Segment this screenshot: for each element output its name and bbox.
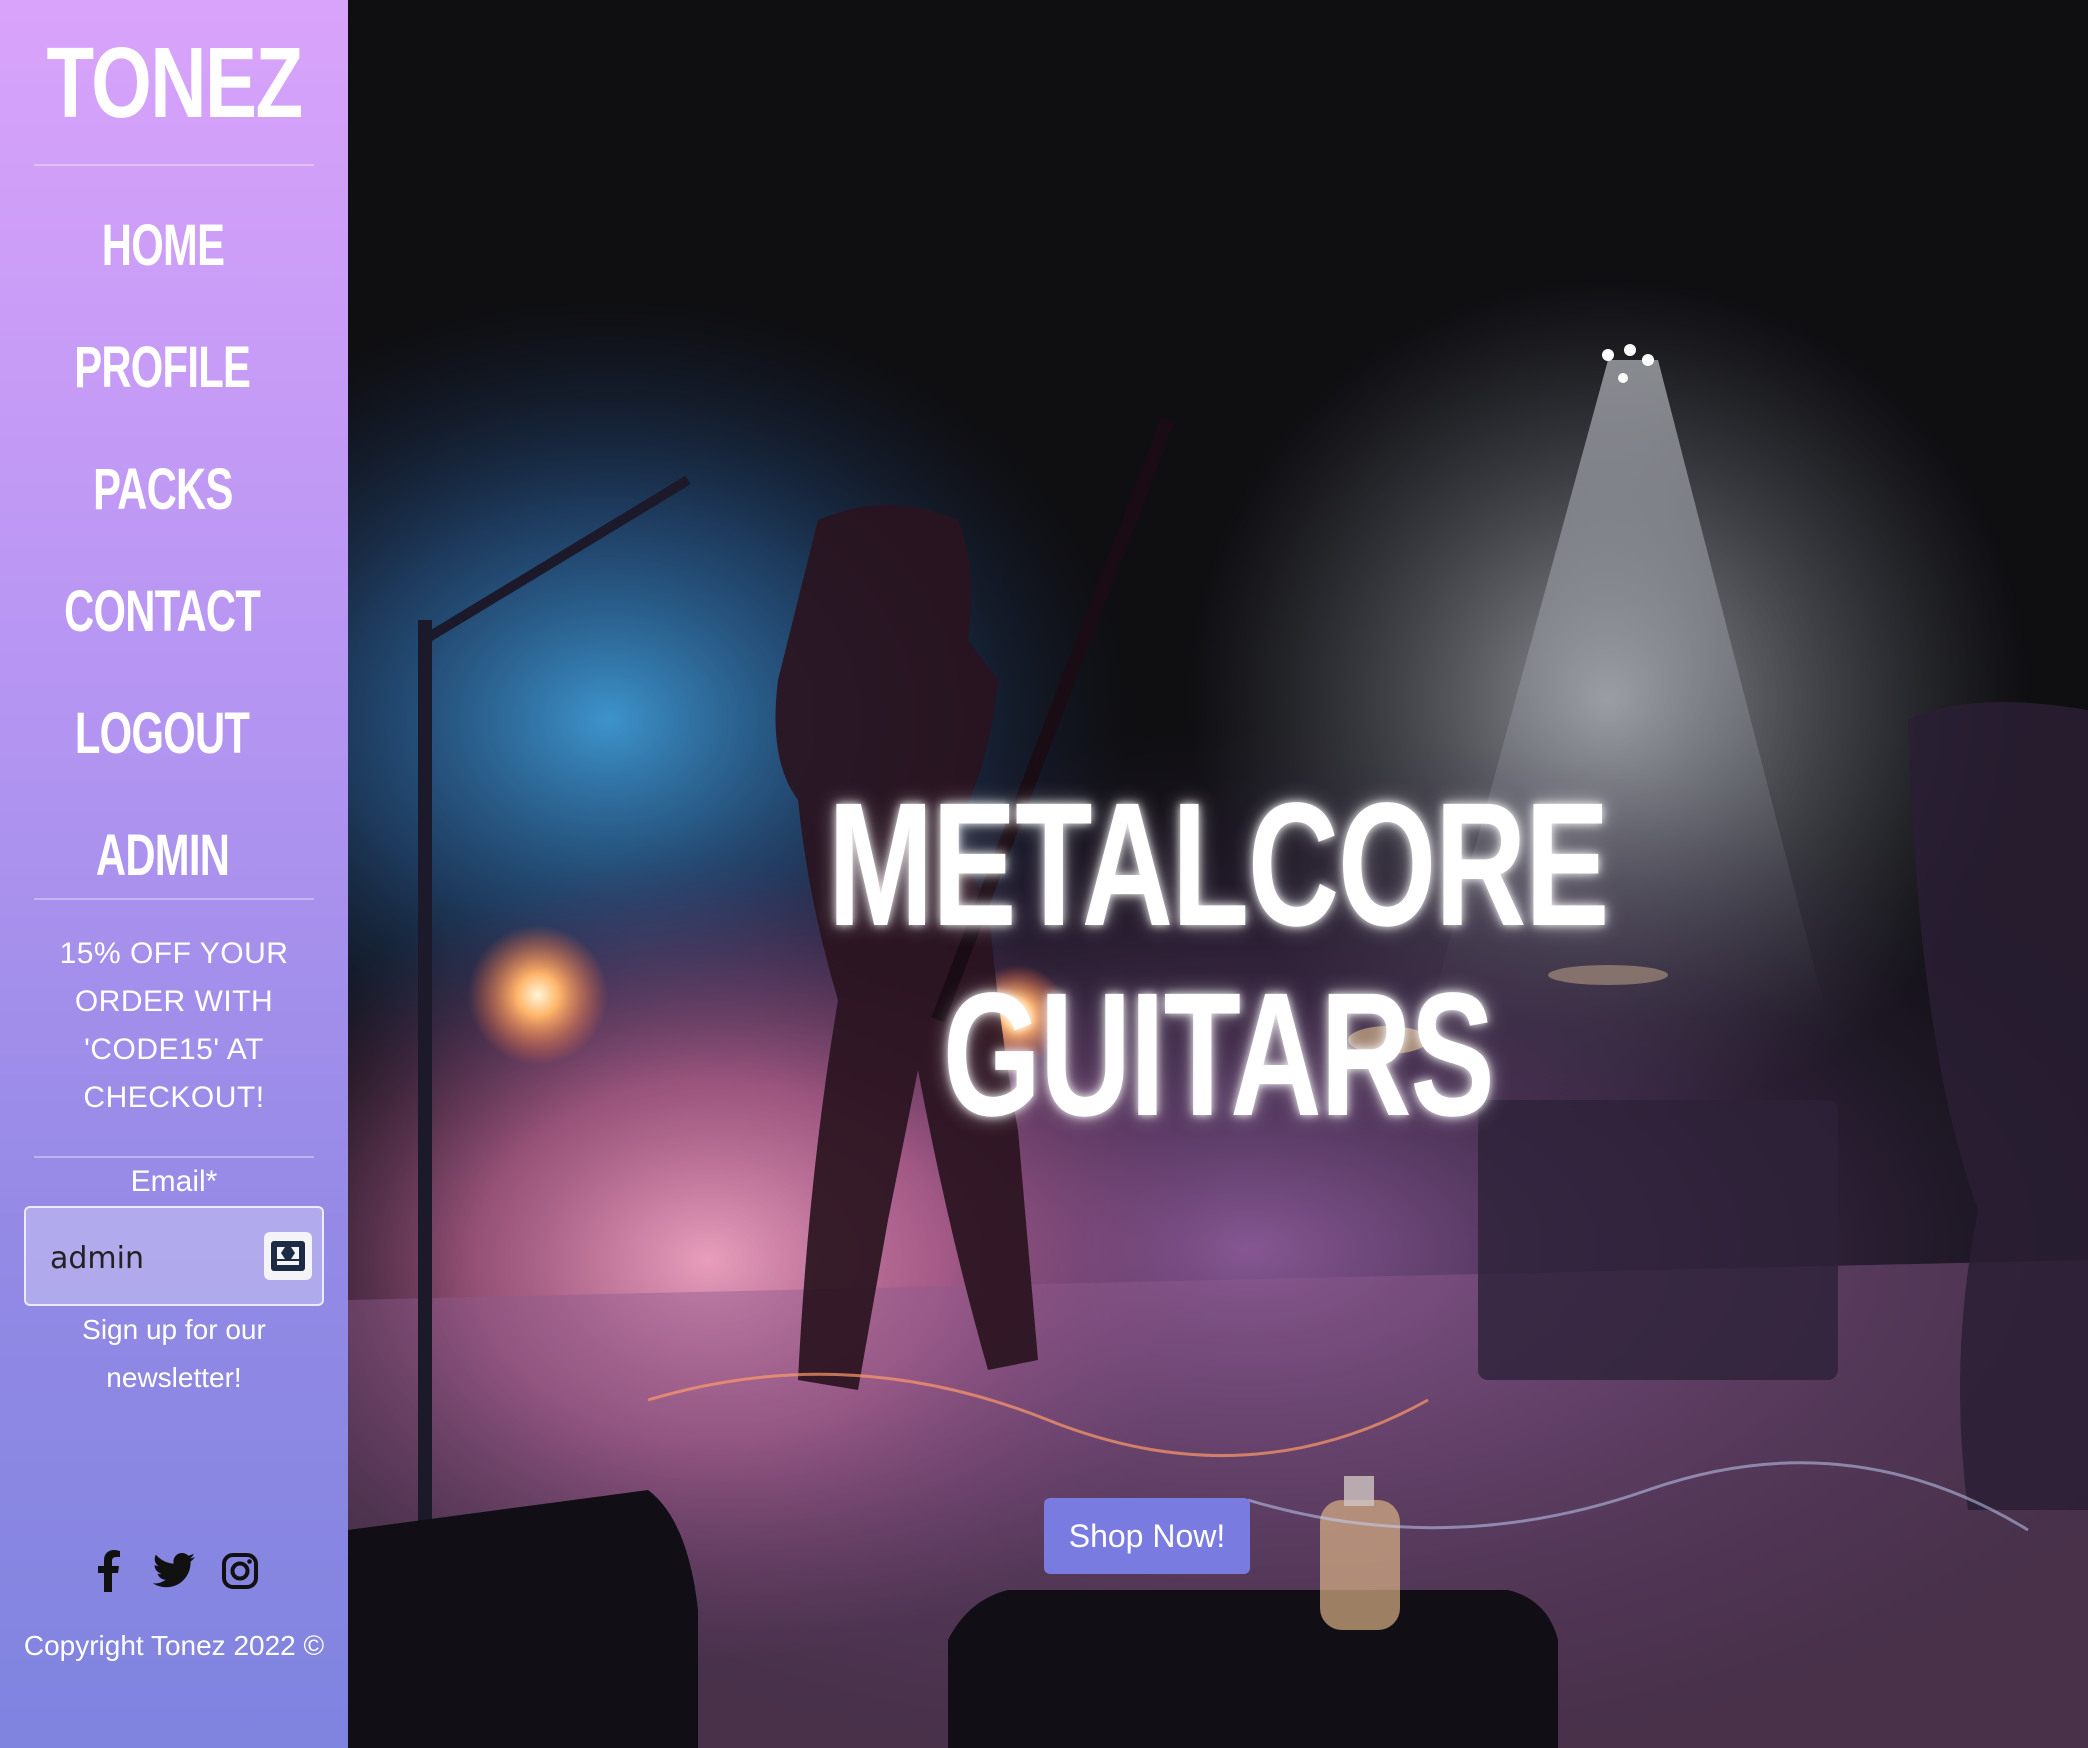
divider (34, 164, 314, 166)
email-input[interactable] (50, 1236, 250, 1280)
divider (34, 898, 314, 900)
email-field (24, 1206, 324, 1306)
nav-item-logout[interactable]: LOGOUT (0, 672, 325, 794)
instagram-icon[interactable] (219, 1550, 261, 1592)
password-manager-icon[interactable] (264, 1232, 312, 1280)
main-nav: HOME PROFILE PACKS CONTACT LOGOUT ADMIN (0, 184, 325, 916)
nav-item-home[interactable]: HOME (0, 184, 325, 306)
hero-headline: METALCORE GUITARS (827, 767, 1610, 1153)
nav-item-contact[interactable]: CONTACT (0, 550, 325, 672)
nav-item-profile[interactable]: PROFILE (0, 306, 325, 428)
divider (34, 1156, 314, 1158)
facebook-icon[interactable] (87, 1550, 129, 1592)
copyright-text: Copyright Tonez 2022 © (23, 1630, 325, 1661)
twitter-icon[interactable] (153, 1550, 195, 1592)
social-links (0, 1550, 348, 1592)
promo-text: 15% OFF YOUR ORDER WITH 'CODE15' AT CHEC… (59, 937, 289, 1114)
email-label: Email* (130, 1165, 218, 1198)
site-logo[interactable]: TONEZ (38, 28, 309, 138)
hero-section: METALCORE GUITARS Shop Now! (348, 0, 2088, 1748)
newsletter-text: Sign up for our newsletter! (82, 1314, 266, 1393)
nav-item-packs[interactable]: PACKS (0, 428, 325, 550)
sidebar: TONEZ HOME PROFILE PACKS CONTACT LOGOUT … (0, 0, 348, 1748)
shop-now-button[interactable]: Shop Now! (1044, 1498, 1250, 1574)
